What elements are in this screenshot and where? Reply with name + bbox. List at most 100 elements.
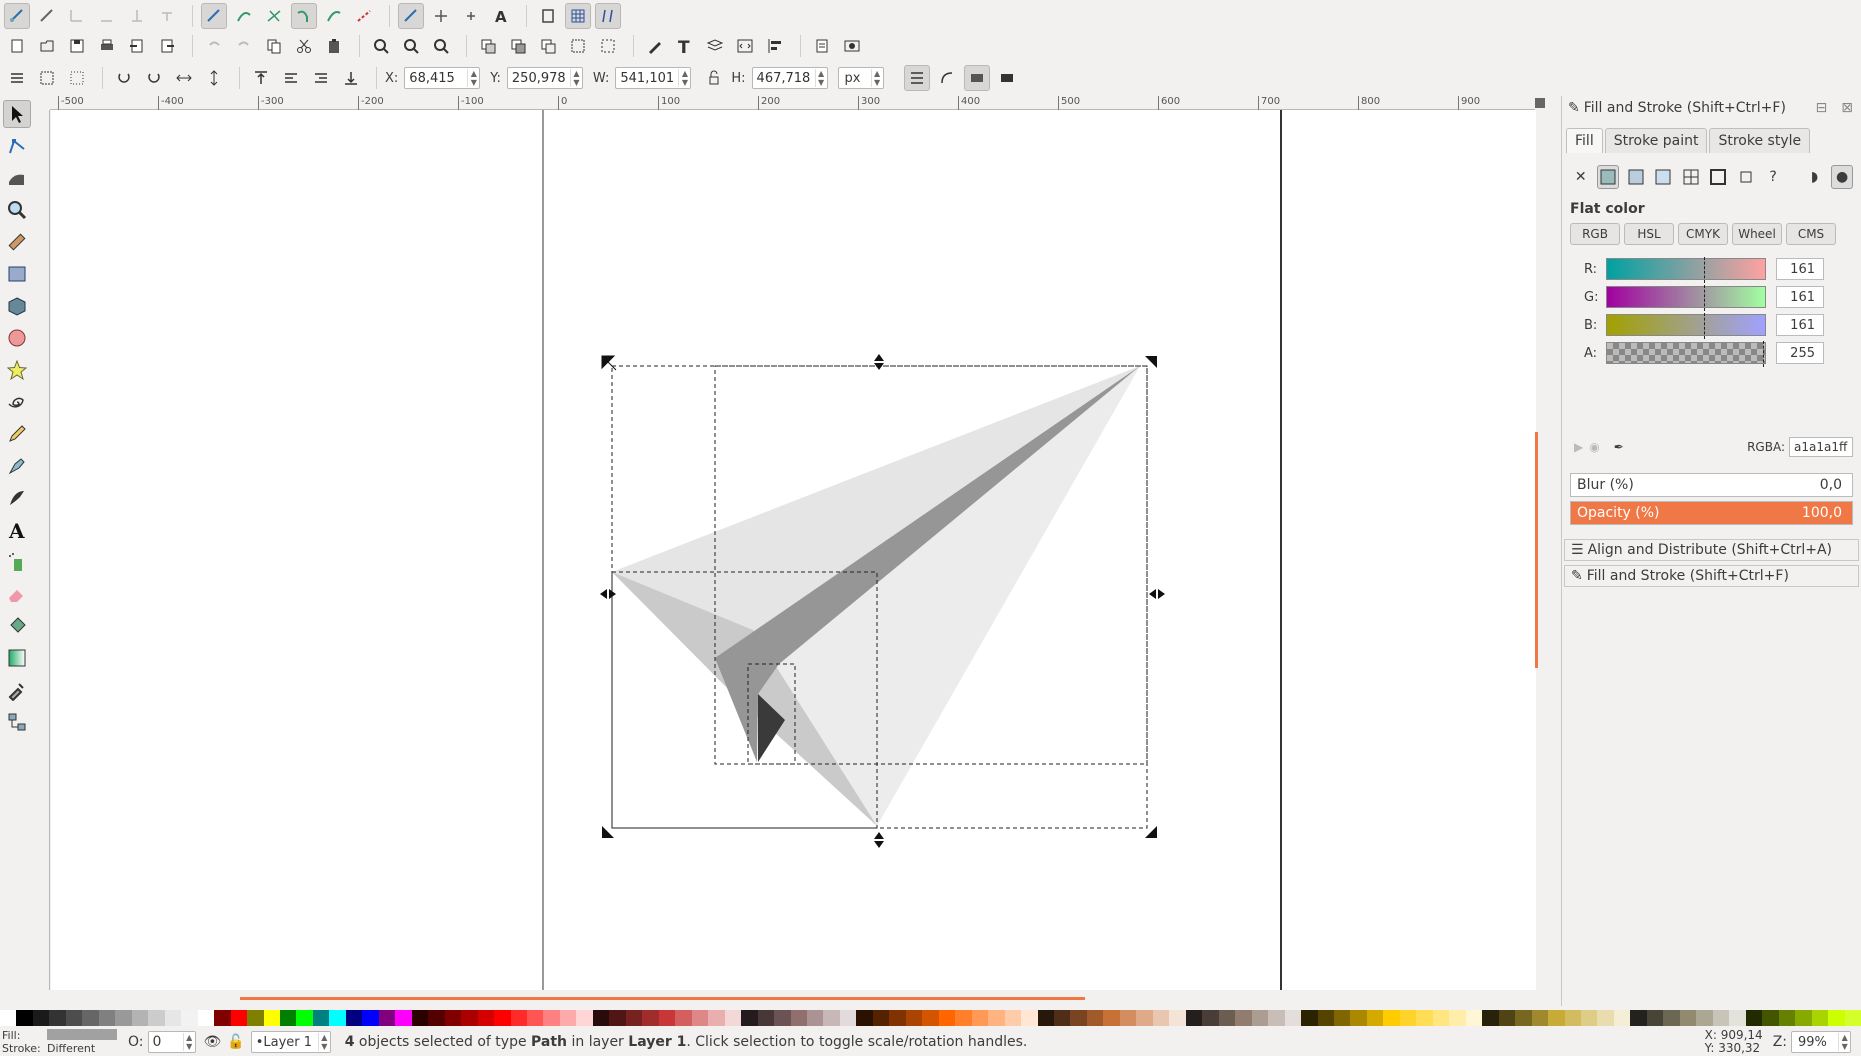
layers-icon[interactable] — [702, 33, 728, 59]
vertical-scroll-thumb[interactable] — [1535, 432, 1538, 668]
palette-swatch[interactable] — [115, 1010, 132, 1026]
palette-swatch[interactable] — [378, 1010, 396, 1026]
palette-swatch[interactable] — [1432, 1010, 1450, 1026]
paper-airplane[interactable] — [612, 366, 1140, 826]
palette-swatch[interactable] — [576, 1010, 593, 1026]
channel-r-slider[interactable] — [1606, 257, 1766, 283]
unlink-clone-icon[interactable] — [535, 33, 561, 59]
palette-swatch[interactable] — [181, 1010, 198, 1026]
palette-swatch[interactable] — [708, 1010, 725, 1026]
flat-color-icon[interactable] — [1597, 165, 1620, 189]
paint-bucket-tool[interactable] — [3, 612, 31, 640]
palette-swatch[interactable] — [872, 1010, 890, 1026]
palette-swatch[interactable] — [164, 1010, 182, 1026]
palette-swatch[interactable] — [1070, 1010, 1087, 1026]
palette-swatch[interactable] — [65, 1010, 83, 1026]
palette-swatch[interactable] — [790, 1010, 807, 1026]
palette-swatch[interactable] — [1021, 1010, 1038, 1026]
palette-swatch[interactable] — [889, 1010, 906, 1026]
snap-intersection-icon[interactable] — [261, 3, 287, 29]
snap-smooth-icon[interactable] — [321, 3, 347, 29]
channel-a-value[interactable]: 255 — [1776, 342, 1824, 364]
lower-icon[interactable] — [308, 65, 334, 91]
palette-swatch[interactable] — [362, 1010, 379, 1026]
flip-vertical-icon[interactable] — [201, 65, 227, 91]
palette-swatch[interactable] — [559, 1010, 577, 1026]
palette-swatch[interactable] — [1482, 1010, 1499, 1026]
dropper-tool[interactable] — [3, 676, 31, 704]
snap-guide-icon[interactable] — [595, 3, 621, 29]
print-icon[interactable] — [94, 33, 120, 59]
raise-to-top-icon[interactable] — [248, 65, 274, 91]
palette-swatch[interactable] — [494, 1010, 511, 1026]
palette-swatch[interactable] — [1564, 1010, 1581, 1026]
channel-g-value[interactable]: 161 — [1776, 286, 1824, 308]
palette-swatch[interactable] — [1597, 1010, 1614, 1026]
palette-swatch[interactable] — [543, 1010, 560, 1026]
palette-swatch[interactable] — [1515, 1010, 1532, 1026]
palette-swatch[interactable] — [1301, 1010, 1318, 1026]
palette-swatch[interactable] — [1218, 1010, 1236, 1026]
redo-icon[interactable] — [231, 33, 257, 59]
select-all-layers-icon[interactable] — [34, 65, 60, 91]
palette-swatch[interactable] — [279, 1010, 297, 1026]
snap-corner-icon[interactable] — [94, 3, 120, 29]
palette-swatch[interactable] — [197, 1010, 215, 1026]
y-stepper[interactable]: ▲ ▼ — [569, 69, 582, 87]
unset-paint-icon[interactable]: ? — [1762, 165, 1783, 189]
channel-r-value[interactable]: 161 — [1776, 258, 1824, 280]
palette-swatch[interactable] — [922, 1010, 939, 1026]
palette-swatch[interactable] — [1136, 1010, 1153, 1026]
channel-g-slider[interactable] — [1606, 285, 1766, 311]
gradient-tool[interactable] — [3, 644, 31, 672]
pattern-icon[interactable] — [1707, 165, 1728, 189]
palette-swatch[interactable] — [1235, 1010, 1252, 1026]
fill-rule-nonzero-icon[interactable]: ● — [1831, 165, 1853, 189]
palette-swatch[interactable] — [49, 1010, 66, 1026]
palette-swatch[interactable] — [98, 1010, 116, 1026]
copy-icon[interactable] — [261, 33, 287, 59]
opacity-spin[interactable]: 0 ▲ ▼ — [147, 1031, 196, 1053]
palette-swatch[interactable] — [428, 1010, 445, 1026]
selector-tool[interactable] — [3, 100, 31, 128]
palette-swatch[interactable] — [1581, 1010, 1598, 1026]
blur-slider[interactable]: Blur (%) 0,0 — [1570, 473, 1853, 497]
palette-swatch[interactable] — [625, 1010, 643, 1026]
radial-gradient-icon[interactable] — [1653, 165, 1674, 189]
select-all-icon[interactable] — [4, 65, 30, 91]
snap-nodes-icon[interactable] — [201, 3, 227, 29]
lower-to-bottom-icon[interactable] — [338, 65, 364, 91]
snap-others-icon[interactable] — [398, 3, 424, 29]
palette-swatch[interactable] — [988, 1010, 1005, 1026]
palette-swatch[interactable] — [263, 1010, 280, 1026]
layer-visibility-icon[interactable]: 👁 — [204, 1034, 222, 1050]
xml-editor-icon[interactable] — [732, 33, 758, 59]
palette-swatch[interactable] — [905, 1010, 923, 1026]
palette-swatch[interactable] — [806, 1010, 824, 1026]
palette-swatch[interactable] — [1778, 1010, 1796, 1026]
palette-swatch[interactable] — [1449, 1010, 1466, 1026]
deselect-icon[interactable] — [64, 65, 90, 91]
zoom-drawing-icon[interactable] — [398, 33, 424, 59]
horizontal-scroll-thumb[interactable] — [240, 997, 1085, 1000]
ellipse-tool[interactable] — [3, 324, 31, 352]
unit-select[interactable]: px ▲ ▼ — [837, 67, 884, 89]
mode-cms-button[interactable]: CMS — [1786, 223, 1836, 245]
cut-icon[interactable] — [291, 33, 317, 59]
palette-swatch[interactable] — [1548, 1010, 1565, 1026]
palette-swatch[interactable] — [1729, 1010, 1746, 1026]
palette-swatch[interactable] — [955, 1010, 972, 1026]
palette-swatch[interactable] — [1531, 1010, 1549, 1026]
channel-b-value[interactable]: 161 — [1776, 314, 1824, 336]
rectangle-tool[interactable] — [3, 260, 31, 288]
palette-swatch[interactable] — [1333, 1010, 1351, 1026]
palette-swatch[interactable] — [510, 1010, 527, 1026]
palette-swatch[interactable] — [1169, 1010, 1186, 1026]
palette-swatch[interactable] — [1202, 1010, 1219, 1026]
palette-swatch[interactable] — [856, 1010, 873, 1026]
palette-swatch[interactable] — [1613, 1010, 1631, 1026]
palette-swatch[interactable] — [1366, 1010, 1384, 1026]
palette-swatch[interactable] — [0, 1010, 17, 1026]
h-input[interactable] — [752, 70, 815, 86]
drawing-canvas[interactable] — [51, 110, 1536, 990]
